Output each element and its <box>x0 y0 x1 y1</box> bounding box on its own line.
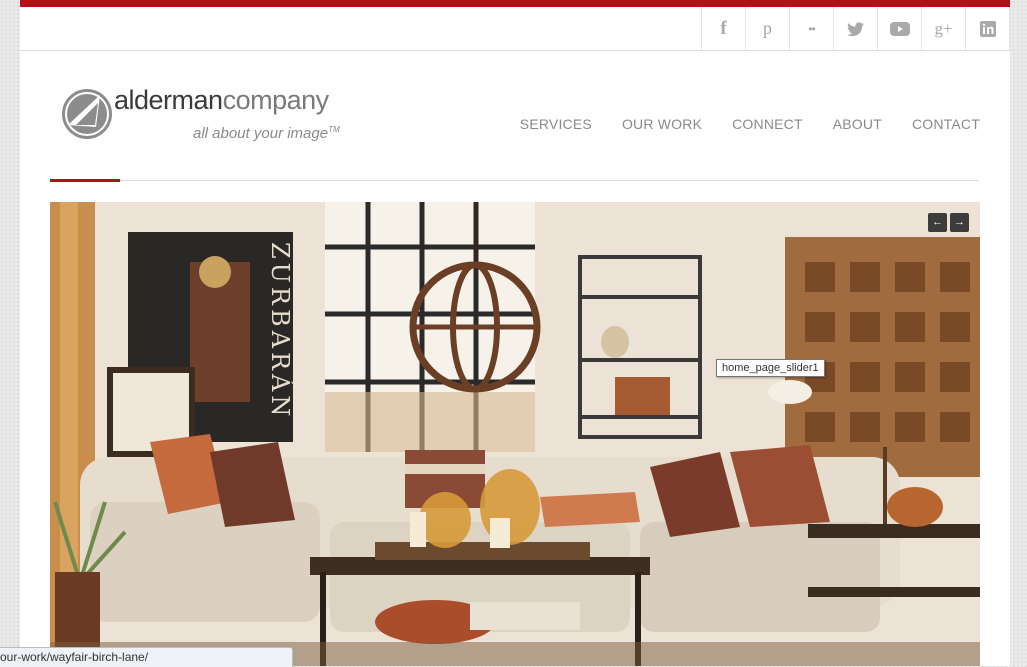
top-accent-bar <box>20 0 1010 7</box>
main-nav: SERVICES OUR WORK CONNECT ABOUT CONTACT <box>520 116 980 132</box>
linkedin-icon[interactable] <box>965 7 1010 50</box>
slider-prev-button[interactable]: ← <box>928 213 947 232</box>
social-bar: f p •• g+ <box>20 7 1010 51</box>
company-logo[interactable]: aldermancompany all about your imageTM <box>60 85 340 143</box>
slider-next-button[interactable]: → <box>950 213 969 232</box>
logo-tagline: all about your imageTM <box>193 125 340 142</box>
header-divider-accent <box>50 179 120 182</box>
nav-services[interactable]: SERVICES <box>520 116 592 132</box>
poster-text: ZURBARÁN <box>266 242 295 420</box>
flickr-icon[interactable]: •• <box>789 7 833 50</box>
logo-wordmark: aldermancompany <box>114 85 329 115</box>
nav-about[interactable]: ABOUT <box>833 116 882 132</box>
twitter-icon[interactable] <box>833 7 877 50</box>
pinterest-icon[interactable]: p <box>745 7 789 50</box>
page: f p •• g+ aldermancompany all about your… <box>20 0 1010 666</box>
home-page-slider[interactable]: ZURBARÁN <box>50 202 980 666</box>
logo-mark-icon <box>62 89 112 139</box>
google-plus-icon[interactable]: g+ <box>921 7 965 50</box>
nav-contact[interactable]: CONTACT <box>912 116 980 132</box>
nav-our-work[interactable]: OUR WORK <box>622 116 702 132</box>
slider-image: ZURBARÁN <box>50 202 980 666</box>
youtube-icon[interactable] <box>877 7 921 50</box>
browser-status-bar: our-work/wayfair-birch-lane/ <box>0 647 293 667</box>
facebook-icon[interactable]: f <box>701 7 745 50</box>
header-divider <box>50 180 979 181</box>
social-icons: f p •• g+ <box>701 7 1010 50</box>
nav-connect[interactable]: CONNECT <box>732 116 803 132</box>
slider-tooltip: home_page_slider1 <box>716 359 825 377</box>
